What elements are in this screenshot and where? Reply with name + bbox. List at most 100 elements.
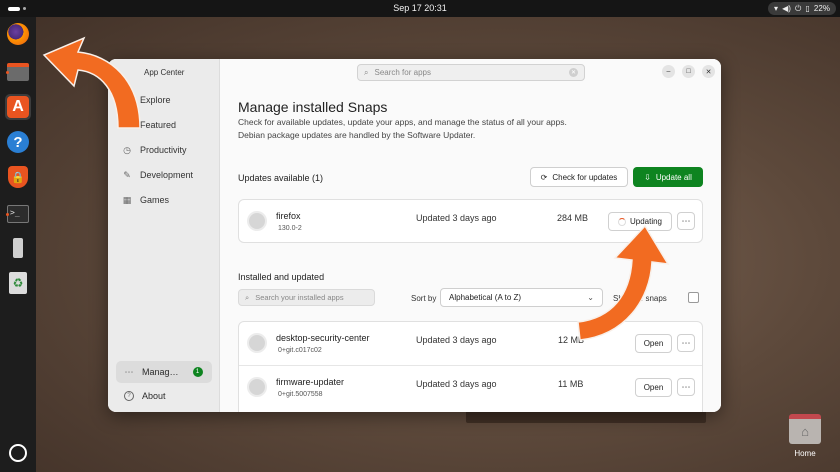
dock-firefox[interactable] <box>5 21 31 47</box>
security-center-icon: 🔒 <box>8 166 28 188</box>
more-options-button[interactable]: ⋯ <box>677 334 695 352</box>
sidebar-item-explore[interactable]: Explore <box>122 92 171 108</box>
trash-icon: ♻ <box>9 272 27 294</box>
page-description: Check for available updates, update your… <box>238 116 618 142</box>
more-options-button[interactable]: ⋯ <box>677 378 695 396</box>
top-bar: Sep 17 20:31 ▾ ◀) ⏻ ▯ 22% <box>0 0 840 17</box>
check-for-updates-button[interactable]: ⟳ Check for updates <box>530 167 628 187</box>
firefox-icon <box>7 23 29 45</box>
sort-select[interactable]: Alphabetical (A to Z) ⌄ <box>440 288 603 307</box>
list-icon: ⋯ <box>124 366 134 377</box>
sidebar: App Center Explore Featured ◷ Productivi… <box>108 59 220 412</box>
system-tray[interactable]: ▾ ◀) ⏻ ▯ 22% <box>768 2 836 15</box>
app-center-window: App Center Explore Featured ◷ Productivi… <box>108 59 721 412</box>
app-version: 0+git.c017c02 <box>278 347 322 354</box>
clear-search-icon[interactable]: ✕ <box>569 68 578 77</box>
help-icon: ? <box>7 131 29 153</box>
app-title: App Center <box>144 68 185 77</box>
dock-usb-drive[interactable] <box>5 235 31 261</box>
show-snaps-checkbox[interactable] <box>688 292 699 303</box>
installed-section-title: Installed and updated <box>238 272 325 282</box>
sidebar-item-about[interactable]: ? About <box>124 391 166 401</box>
updating-label: Updating <box>629 217 663 226</box>
dock-show-apps[interactable] <box>5 440 31 466</box>
sidebar-item-featured[interactable]: Featured <box>122 117 176 133</box>
search-input[interactable]: ⌕ Search for apps ✕ <box>357 64 585 81</box>
dock-help[interactable]: ? <box>5 129 31 155</box>
usb-drive-icon <box>13 238 23 258</box>
installed-search-input[interactable]: ⌕ Search your installed apps <box>238 289 375 306</box>
app-version: 130.0-2 <box>278 225 302 232</box>
check-for-updates-label: Check for updates <box>552 172 618 182</box>
update-all-label: Update all <box>655 172 692 182</box>
snap-app-icon <box>247 333 267 353</box>
dock-terminal[interactable]: >_ <box>5 201 31 227</box>
search-placeholder: Search for apps <box>374 68 431 77</box>
dock-files[interactable] <box>5 59 31 85</box>
sidebar-item-label: Manag… <box>142 367 179 377</box>
app-updated: Updated 3 days ago <box>416 379 497 389</box>
running-dot <box>6 71 9 74</box>
sort-label: Sort by <box>411 294 437 303</box>
list-item[interactable]: firmware-updater 0+git.5007558 Updated 3… <box>239 366 702 408</box>
list-item[interactable]: firefox 130.0-2 Updated 3 days ago 284 M… <box>239 200 702 242</box>
open-button[interactable]: Open <box>635 378 672 397</box>
sidebar-item-label: Games <box>140 195 170 205</box>
home-folder-icon[interactable]: ⌂ <box>789 414 821 444</box>
dock-security-center[interactable]: 🔒 <box>5 164 31 190</box>
app-name: firmware-updater <box>276 377 345 387</box>
description-line: Debian package updates are handled by th… <box>238 130 476 140</box>
updating-button[interactable]: Updating <box>608 212 672 231</box>
battery-icon: ▯ <box>805 4 810 13</box>
wifi-icon: ▾ <box>774 4 779 13</box>
close-button[interactable]: ✕ <box>702 65 715 78</box>
open-label: Open <box>643 339 664 348</box>
main-content: ⌕ Search for apps ✕ – □ ✕ Manage install… <box>221 59 721 412</box>
sort-value: Alphabetical (A to Z) <box>449 293 522 302</box>
maximize-button[interactable]: □ <box>682 65 695 78</box>
clock[interactable]: Sep 17 20:31 <box>0 3 840 13</box>
update-all-button[interactable]: ⇩ Update all <box>633 167 703 187</box>
running-dot <box>6 213 9 216</box>
app-size: 11 MB <box>558 379 584 389</box>
volume-icon: ◀) <box>782 4 791 13</box>
sidebar-item-label: Productivity <box>140 145 187 155</box>
minimize-button[interactable]: – <box>662 65 675 78</box>
sidebar-item-label: Development <box>140 170 194 180</box>
app-name: firefox <box>276 211 301 221</box>
power-icon: ⏻ <box>795 3 802 13</box>
info-icon: ? <box>124 391 134 401</box>
snap-app-icon <box>247 377 267 397</box>
show-apps-icon <box>9 444 27 462</box>
clock-icon: ◷ <box>123 144 131 155</box>
installed-list: desktop-security-center 0+git.c017c02 Up… <box>238 321 703 412</box>
app-name: desktop-security-center <box>276 333 370 343</box>
files-icon <box>7 63 29 81</box>
download-icon: ⇩ <box>644 172 651 182</box>
sidebar-item-productivity[interactable]: ◷ Productivity <box>122 142 187 158</box>
spinner-icon <box>617 217 626 226</box>
updates-list: firefox 130.0-2 Updated 3 days ago 284 M… <box>238 199 703 243</box>
wrench-icon: ✎ <box>123 169 131 180</box>
app-center-icon: A <box>7 96 29 118</box>
home-folder-label: Home <box>794 449 816 458</box>
show-snaps-label: Show … snaps <box>613 294 667 303</box>
open-button[interactable]: Open <box>635 334 672 353</box>
updates-section-title: Updates available (1) <box>238 173 324 183</box>
search-icon: ⌕ <box>364 67 369 77</box>
gamepad-icon: ▦ <box>122 194 132 205</box>
dock: A ? 🔒 >_ ♻ <box>0 17 36 472</box>
sidebar-item-manage[interactable]: ⋯ Manag… 1 <box>116 361 212 383</box>
app-size: 12 MB <box>558 335 585 345</box>
refresh-icon: ⟳ <box>540 172 548 182</box>
sidebar-item-games[interactable]: ▦ Games <box>122 192 169 208</box>
dock-trash[interactable]: ♻ <box>5 270 31 296</box>
terminal-icon: >_ <box>7 205 29 223</box>
sidebar-item-development[interactable]: ✎ Development <box>122 167 193 183</box>
open-label: Open <box>643 383 664 392</box>
app-updated: Updated 3 days ago <box>416 213 497 223</box>
dock-app-center[interactable]: A <box>5 94 31 120</box>
description-line: Check for available updates, update your… <box>238 117 567 127</box>
more-options-button[interactable]: ⋯ <box>677 212 695 230</box>
list-item[interactable]: desktop-security-center 0+git.c017c02 Up… <box>239 322 702 364</box>
